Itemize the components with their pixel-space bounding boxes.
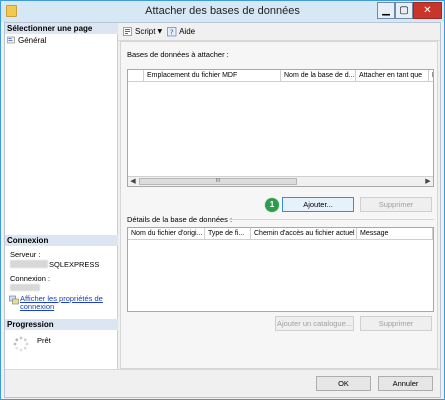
connection-header: Connexion	[5, 235, 118, 246]
svg-text:?: ?	[170, 28, 174, 36]
details-group-divider	[229, 219, 434, 220]
script-label: Script	[135, 27, 156, 36]
add-catalog-button[interactable]: Ajouter un catalogue...	[275, 316, 354, 331]
main-panel: Bases de données à attacher : Emplacemen…	[120, 41, 438, 369]
right-pane: Script ▼ ? Aide Bases de données à attac…	[118, 23, 440, 369]
progress-status: Prêt	[37, 336, 51, 345]
details-column-header[interactable]: Chemin d'accès au fichier actuel	[251, 228, 357, 240]
scroll-thumb[interactable]: III	[139, 178, 297, 185]
attach-column-header[interactable]: Attacher en tant que	[356, 70, 429, 82]
toolbar: Script ▼ ? Aide	[118, 23, 440, 41]
wrench-icon	[7, 36, 15, 44]
details-column-header[interactable]: Type de fi...	[205, 228, 251, 240]
connection-user-redacted	[10, 284, 40, 291]
ok-button[interactable]: OK	[316, 376, 371, 391]
details-column-header[interactable]: Message	[357, 228, 433, 240]
attach-grid[interactable]: Emplacement du fichier MDF Nom de la bas…	[127, 69, 434, 187]
scroll-right-arrow-icon[interactable]: ▶	[423, 177, 433, 186]
details-column-header[interactable]: Nom du fichier d'origi...	[128, 228, 205, 240]
page-item-label: Général	[18, 35, 47, 45]
add-button[interactable]: Ajouter...	[282, 197, 354, 212]
chevron-down-icon[interactable]: ▼	[157, 28, 162, 35]
close-button[interactable]: ✕	[413, 2, 442, 19]
dialog-footer: OK Annuler	[5, 369, 440, 397]
help-label: Aide	[179, 27, 196, 36]
attach-horizontal-scrollbar[interactable]: ◀ III ▶	[128, 176, 433, 186]
help-icon: ?	[167, 26, 177, 36]
server-host-redacted	[10, 260, 48, 268]
script-icon	[123, 27, 132, 36]
help-button[interactable]: ? Aide	[167, 26, 196, 37]
script-button[interactable]: Script ▼	[123, 27, 162, 36]
remove-button[interactable]: Supprimer	[360, 197, 432, 212]
dialog-window: Attacher des bases de données ▁ ▢ ✕ Séle…	[0, 0, 445, 400]
details-remove-button[interactable]: Supprimer	[360, 316, 432, 331]
details-grid[interactable]: Nom du fichier d'origi... Type de fi... …	[127, 227, 434, 312]
minimize-button[interactable]: ▁	[377, 2, 395, 19]
connection-properties-icon	[9, 295, 19, 305]
connection-label: Connexion :	[10, 274, 51, 283]
attach-column-header[interactable]: Nom de la base de d...	[281, 70, 356, 82]
server-label: Serveur :	[10, 250, 41, 259]
progress-header: Progression	[5, 319, 118, 330]
page-item-general[interactable]: Général	[7, 35, 46, 45]
details-group-label: Détails de la base de données :	[127, 215, 233, 224]
cancel-button[interactable]: Annuler	[378, 376, 433, 391]
attach-group-label: Bases de données à attacher :	[127, 50, 229, 59]
step-callout-badge: 1	[265, 198, 279, 212]
server-value: SQLEXPRESS	[49, 260, 100, 269]
attach-column-header[interactable]: P	[429, 70, 433, 82]
select-page-header: Sélectionner une page	[5, 23, 118, 34]
progress-spinner-icon	[13, 336, 29, 352]
attach-column-header[interactable]	[128, 70, 144, 82]
dialog-content: Sélectionner une page Général Connexion …	[4, 22, 441, 398]
maximize-button[interactable]: ▢	[395, 2, 413, 19]
attach-column-header[interactable]: Emplacement du fichier MDF	[144, 70, 281, 82]
scroll-left-arrow-icon[interactable]: ◀	[128, 177, 138, 186]
title-bar[interactable]: Attacher des bases de données ▁ ▢ ✕	[1, 1, 444, 22]
view-connection-properties-link[interactable]: Afficher les propriétés de connexion	[20, 295, 112, 311]
left-pane: Sélectionner une page Général Connexion …	[5, 23, 118, 369]
